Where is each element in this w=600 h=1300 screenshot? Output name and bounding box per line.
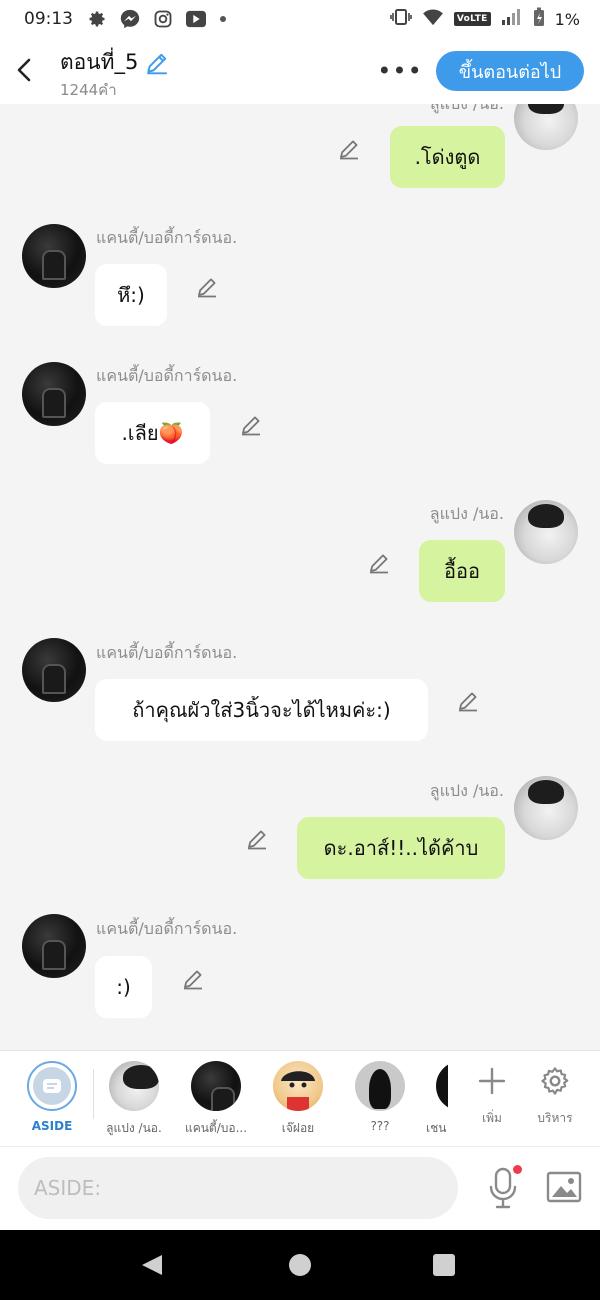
gear-icon (541, 1067, 569, 1095)
add-label: เพิ่ม (482, 1111, 502, 1125)
aside-avatar (27, 1061, 77, 1111)
character-label: เจ๊ฝอย (281, 1121, 315, 1135)
status-bar: 09:13 VoLTE 1% (0, 0, 600, 38)
episode-title: ตอนที่_5 (60, 50, 139, 74)
add-character-button[interactable]: เพิ่ม (462, 1063, 522, 1128)
edit-message-pencil-icon[interactable] (366, 550, 392, 576)
edit-message-pencil-icon[interactable] (194, 274, 220, 300)
character-avatar (191, 1061, 241, 1111)
voice-record-button[interactable] (484, 1165, 522, 1211)
chevron-left-icon (17, 58, 31, 82)
message-bubble[interactable]: .โด่งตูด (390, 126, 505, 188)
character-label: ASIDE (31, 1119, 73, 1133)
messenger-icon (119, 8, 141, 30)
chat-area[interactable]: ลูแปง /นอ. .โด่งตูด แคนตี้/บอดี้การ์ดนอ.… (0, 104, 600, 1050)
image-icon (546, 1171, 582, 1203)
edit-message-pencil-icon[interactable] (336, 136, 362, 162)
character-label: ??? (370, 1119, 390, 1133)
message-bubble[interactable]: :) (95, 956, 152, 1018)
avatar-lupang[interactable] (514, 104, 578, 150)
edit-message-pencil-icon[interactable] (455, 688, 481, 714)
signal-icon (501, 8, 523, 30)
word-count: 1244คำ (60, 81, 117, 99)
character-avatar (436, 1061, 448, 1111)
wifi-icon (422, 8, 444, 30)
message-bubble[interactable]: อื้ออ (419, 540, 505, 602)
back-button[interactable] (10, 52, 38, 88)
nav-recents-square-icon[interactable] (433, 1254, 455, 1276)
character-candy[interactable]: แคนตี้/บอ... (178, 1061, 254, 1138)
manage-characters-button[interactable]: บริหาร (525, 1063, 585, 1128)
insert-image-button[interactable] (544, 1167, 584, 1207)
character-unknown[interactable]: ??? (342, 1061, 418, 1133)
character-chen[interactable]: เชน (410, 1061, 448, 1138)
message-bubble[interactable]: หึ:) (95, 264, 167, 326)
avatar-candy[interactable] (22, 224, 86, 288)
sender-name: แคนตี้/บอดี้การ์ดนอ. (96, 643, 238, 662)
more-dots-icon: ••• (377, 57, 423, 85)
character-lupang[interactable]: ลูแปง /นอ. (96, 1061, 172, 1138)
vibrate-icon (390, 9, 412, 29)
nav-back-triangle-icon[interactable] (140, 1253, 164, 1277)
system-navigation-bar (0, 1230, 600, 1300)
compose-bar (0, 1146, 600, 1230)
status-time: 09:13 (24, 9, 73, 29)
next-episode-button[interactable]: ขึ้นตอนต่อไป (436, 51, 584, 91)
message-input[interactable] (18, 1157, 458, 1219)
character-avatar (109, 1061, 159, 1111)
instagram-icon (153, 9, 173, 29)
more-options-button[interactable]: ••• (377, 57, 423, 85)
character-label: เชน (426, 1121, 447, 1135)
episode-title-area[interactable]: ตอนที่_5 (60, 46, 170, 79)
recording-indicator-dot (513, 1165, 522, 1174)
chat-bubble-icon (43, 1079, 61, 1093)
sender-name: ลูแปง /นอ. (429, 504, 504, 523)
volte-badge: VoLTE (453, 12, 491, 26)
settings-gear-icon (87, 9, 107, 29)
message-bubble[interactable]: ถ้าคุณผัวใส่3นิ้วจะได้ไหมค่ะ:) (95, 679, 428, 741)
notification-dot-icon (219, 15, 227, 23)
nav-home-circle-icon[interactable] (289, 1254, 311, 1276)
character-label: แคนตี้/บอ... (184, 1121, 248, 1135)
avatar-candy[interactable] (22, 638, 86, 702)
edit-message-pencil-icon[interactable] (244, 826, 270, 852)
episode-header: ตอนที่_5 1244คำ ••• ขึ้นตอนต่อไป (0, 38, 600, 104)
avatar-lupang[interactable] (514, 500, 578, 564)
battery-percent: 1% (554, 9, 580, 29)
battery-icon (533, 7, 545, 31)
sender-name: แคนตี้/บอดี้การ์ดนอ. (96, 919, 238, 938)
edit-message-pencil-icon[interactable] (238, 412, 264, 438)
character-avatar (273, 1061, 323, 1111)
sender-name: ลูแปง /นอ. (430, 104, 504, 117)
avatar-candy[interactable] (22, 362, 86, 426)
sender-name: แคนตี้/บอดี้การ์ดนอ. (96, 228, 238, 247)
edit-message-pencil-icon[interactable] (180, 966, 206, 992)
edit-title-pencil-icon[interactable] (144, 50, 170, 76)
character-aside[interactable]: ASIDE (14, 1061, 90, 1133)
sender-name: ลูแปง /นอ. (429, 781, 504, 800)
youtube-icon (185, 9, 207, 29)
manage-label: บริหาร (537, 1111, 573, 1125)
divider (93, 1069, 94, 1119)
character-bar: ASIDE ลูแปง /นอ. แคนตี้/บอ... เจ๊ฝอย ???… (0, 1050, 600, 1146)
character-avatar (355, 1061, 405, 1111)
character-label: ลูแปง /นอ. (106, 1121, 162, 1135)
character-jefoi[interactable]: เจ๊ฝอย (260, 1061, 336, 1138)
message-bubble[interactable]: .เลีย🍑 (95, 402, 210, 464)
message-bubble[interactable]: ดะ.อาส์!!..ได้ค้าบ (297, 817, 505, 879)
microphone-icon (489, 1167, 517, 1209)
plus-icon (478, 1067, 506, 1095)
sender-name: แคนตี้/บอดี้การ์ดนอ. (96, 366, 238, 385)
avatar-lupang[interactable] (514, 776, 578, 840)
avatar-candy[interactable] (22, 914, 86, 978)
